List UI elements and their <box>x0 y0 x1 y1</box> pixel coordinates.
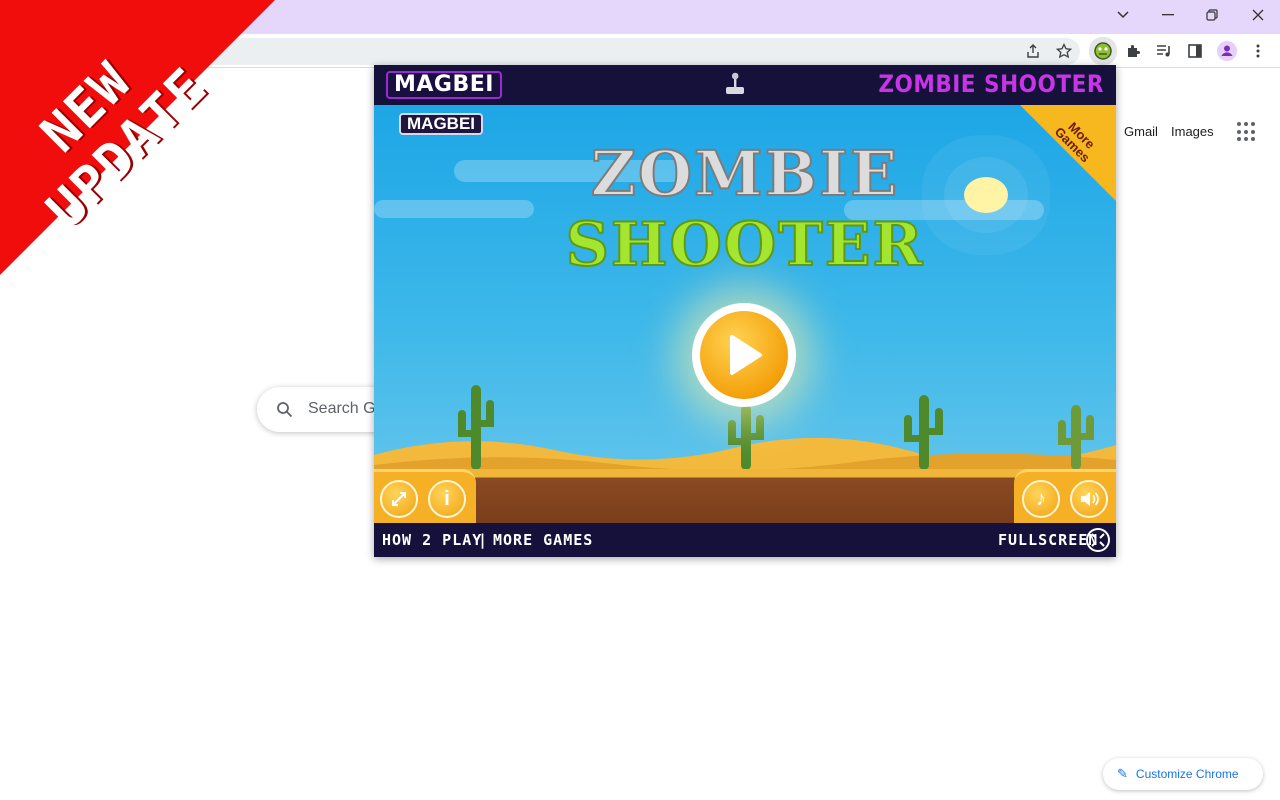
restore-button[interactable] <box>1190 0 1234 30</box>
speaker-icon <box>1081 492 1099 506</box>
media-button[interactable] <box>1151 38 1177 64</box>
share-icon <box>1027 44 1039 58</box>
customize-chrome-label: Customize Chrome <box>1135 767 1239 781</box>
apps-icon[interactable] <box>1237 122 1257 142</box>
popup-footer: HOW 2 PLAY | MORE GAMES FULLSCREEN <box>374 523 1116 557</box>
restore-icon <box>1206 9 1218 21</box>
bookmark-button[interactable] <box>1051 38 1077 64</box>
extensions-button[interactable] <box>1120 38 1146 64</box>
more-games-corner[interactable]: More Games <box>1020 105 1116 201</box>
star-icon <box>1056 43 1072 59</box>
play-icon <box>730 335 762 375</box>
side-panel-button[interactable] <box>1182 38 1208 64</box>
resize-button[interactable] <box>380 480 418 518</box>
game-title-line1: ZOMBIE <box>590 136 900 211</box>
profile-icon <box>1217 41 1237 61</box>
info-button[interactable]: i <box>428 480 466 518</box>
more-vert-icon <box>1256 44 1260 58</box>
minimize-icon <box>1162 14 1174 16</box>
game-canvas[interactable]: MAGBEI ZOMBIE SHOOTER More Games i ♪ <box>374 105 1116 523</box>
customize-chrome-button[interactable]: ✎ Customize Chrome <box>1103 758 1263 790</box>
popup-header: MAGBEI ZOMBIE SHOOTER <box>374 65 1116 103</box>
cactus <box>904 395 943 470</box>
footer-separator: | <box>478 531 489 549</box>
profile-button[interactable] <box>1214 38 1240 64</box>
pencil-icon: ✎ <box>1117 766 1128 781</box>
music-note-icon: ♪ <box>1036 487 1046 510</box>
close-button[interactable] <box>1236 0 1280 30</box>
magbei-logo[interactable]: MAGBEI <box>386 71 502 99</box>
new-update-banner: NEW UPDATE <box>0 0 290 290</box>
images-link[interactable]: Images <box>1171 124 1214 139</box>
info-icon: i <box>444 487 450 510</box>
chrome-menu-button[interactable] <box>1245 38 1271 64</box>
expand-icon <box>392 492 406 506</box>
share-button[interactable] <box>1020 38 1046 64</box>
joystick-icon <box>726 72 744 94</box>
extension-popup: MAGBEI ZOMBIE SHOOTER MAGBEI ZOMBIE SHOO… <box>374 65 1116 557</box>
close-icon <box>1252 9 1264 21</box>
fullscreen-link[interactable]: FULLSCREEN <box>998 531 1098 549</box>
tab-search-button[interactable] <box>1101 0 1145 30</box>
sound-button[interactable] <box>1070 480 1108 518</box>
minimize-button[interactable] <box>1146 0 1190 30</box>
play-button[interactable] <box>692 303 796 407</box>
search-input[interactable]: Search Go <box>308 400 384 418</box>
cactus <box>458 385 494 470</box>
how-to-play-link[interactable]: HOW 2 PLAY <box>382 531 482 549</box>
side-panel-icon <box>1188 44 1202 58</box>
game-logo[interactable]: MAGBEI <box>399 113 483 135</box>
ground <box>374 469 1116 523</box>
media-icon <box>1157 45 1170 57</box>
fullscreen-icon[interactable] <box>1086 528 1110 552</box>
puzzle-icon <box>1128 45 1140 57</box>
gmail-link[interactable]: Gmail <box>1124 124 1158 139</box>
cactus <box>728 405 764 470</box>
more-games-link[interactable]: MORE GAMES <box>493 531 593 549</box>
cactus <box>1058 405 1094 470</box>
game-title-line2: SHOOTER <box>565 209 925 281</box>
left-button-group: i <box>374 469 476 523</box>
right-button-group: ♪ <box>1014 469 1116 523</box>
chevron-down-icon <box>1117 11 1129 19</box>
zombie-extension-button[interactable] <box>1089 37 1117 65</box>
search-icon <box>277 402 293 418</box>
popup-title: ZOMBIE SHOOTER <box>878 70 1104 98</box>
zombie-extension-icon <box>1094 42 1112 60</box>
music-button[interactable]: ♪ <box>1022 480 1060 518</box>
